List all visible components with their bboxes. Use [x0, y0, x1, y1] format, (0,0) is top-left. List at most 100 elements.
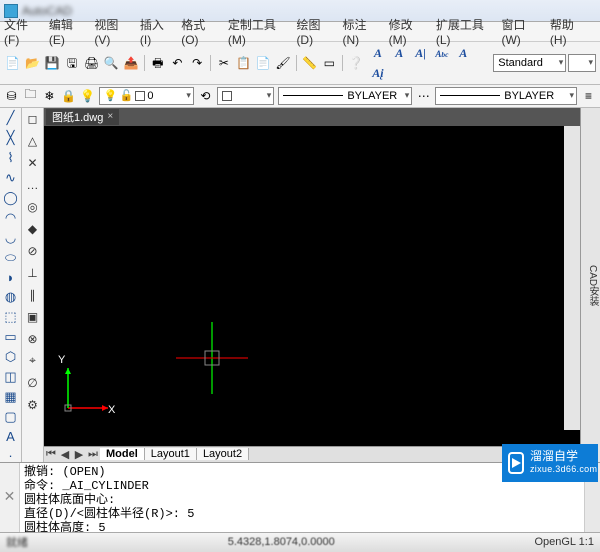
menu-format[interactable]: 格式(O)	[181, 16, 218, 47]
rectangle-icon[interactable]: ▭	[2, 329, 20, 345]
publish-icon[interactable]: 📤	[122, 54, 140, 72]
color-combo[interactable]	[217, 87, 274, 105]
text-icon[interactable]: A	[2, 429, 20, 444]
snap-node-icon[interactable]: ⊗	[24, 330, 42, 348]
command-text[interactable]: 撤销: (OPEN) 命令: _AI_CYLINDER 圆柱体底面中心: 直径(…	[20, 463, 584, 532]
menu-ext[interactable]: 扩展工具(L)	[436, 16, 492, 47]
tab-next-icon[interactable]: ▶	[72, 448, 86, 461]
linetype-combo[interactable]: BYLAYER	[278, 87, 412, 105]
paste-icon[interactable]: 📄	[254, 54, 272, 72]
polygon-icon[interactable]: ⬡	[2, 349, 20, 365]
matchprop-icon[interactable]: 🖌	[274, 54, 292, 72]
drawing-canvas[interactable]: X Y	[44, 126, 580, 446]
menu-insert[interactable]: 插入(I)	[140, 16, 171, 47]
tab-model[interactable]: Model	[100, 448, 145, 460]
layer-combo[interactable]: 💡 🔓 0	[99, 87, 194, 105]
text-ai-icon[interactable]: A|	[412, 44, 430, 62]
menu-view[interactable]: 视图(V)	[94, 16, 129, 47]
snap-near-icon[interactable]: ⌖	[24, 352, 42, 370]
donut-icon[interactable]: ◍	[2, 289, 20, 305]
menu-window[interactable]: 窗口(W)	[501, 16, 539, 47]
layer-bulb-icon: 💡	[104, 89, 118, 102]
layer-lock-icon[interactable]: 🔒	[61, 88, 76, 104]
layer-manager-icon[interactable]: ⛁	[4, 88, 19, 104]
help-icon[interactable]: ❔	[347, 54, 365, 72]
text-ascale-icon[interactable]: Aį	[369, 64, 387, 82]
ellipse-arc-icon[interactable]: ◗	[2, 270, 20, 285]
point-icon[interactable]: ·	[2, 448, 20, 463]
snap-par-icon[interactable]: ∥	[24, 286, 42, 304]
layer-bar: ⛁ 🗀 ❄ 🔒 💡 💡 🔓 0 ⟲ BYLAYER ⋯ BYLAYER ≡	[0, 85, 600, 108]
layer-prev-icon[interactable]: ⟲	[198, 88, 213, 104]
layer-on-icon[interactable]: 💡	[80, 88, 95, 104]
snap-perp-icon[interactable]: ⊥	[24, 264, 42, 282]
line-icon[interactable]: ╱	[2, 110, 20, 126]
menu-modify[interactable]: 修改(M)	[389, 16, 426, 47]
copy-icon[interactable]: 📋	[235, 54, 253, 72]
drawing-tab[interactable]: 图纸1.dwg ×	[46, 109, 119, 125]
rp-0[interactable]: CAD安装	[585, 265, 600, 306]
polyline-icon[interactable]: ⌇	[2, 150, 20, 166]
plot-icon[interactable]: 🖶	[149, 54, 167, 72]
ellipse-icon[interactable]: ⬭	[2, 250, 20, 266]
snap-ext-icon[interactable]: …	[24, 176, 42, 194]
snap-mid-icon[interactable]: △	[24, 132, 42, 150]
redo-icon[interactable]: ↷	[188, 54, 206, 72]
region-icon[interactable]: ◫	[2, 369, 20, 385]
snap-set-icon[interactable]: ⚙	[24, 396, 42, 414]
new-icon[interactable]: 📄	[4, 54, 22, 72]
layer-states-icon[interactable]: 🗀	[23, 88, 38, 104]
snap-quad-icon[interactable]: ◆	[24, 220, 42, 238]
snap-end-icon[interactable]: ◻	[24, 110, 42, 128]
watermark-brand: 溜溜自学	[530, 450, 597, 463]
menu-edit[interactable]: 编辑(E)	[49, 16, 84, 47]
arc-icon[interactable]: ◠	[2, 210, 20, 226]
vscrollbar[interactable]	[564, 126, 580, 430]
tab-layout2[interactable]: Layout2	[197, 448, 249, 460]
tab-layout1[interactable]: Layout1	[145, 448, 197, 460]
hatch-icon[interactable]: ▦	[2, 389, 20, 405]
tab-last-icon[interactable]: ⏭	[86, 448, 100, 461]
snap-ins-icon[interactable]: ▣	[24, 308, 42, 326]
menu-custom[interactable]: 定制工具(M)	[228, 16, 287, 47]
print-icon[interactable]: 🖨	[83, 54, 101, 72]
save-icon[interactable]: 💾	[43, 54, 61, 72]
snap-int-icon[interactable]: ✕	[24, 154, 42, 172]
text-a-icon[interactable]: A	[369, 44, 387, 62]
undo-icon[interactable]: ↶	[169, 54, 187, 72]
misc1-icon[interactable]: ⬚	[2, 309, 20, 325]
saveall-icon[interactable]: 🖫	[63, 54, 81, 72]
layer-freeze-icon[interactable]: ❄	[42, 88, 57, 104]
tab-first-icon[interactable]: ⏮	[44, 448, 58, 461]
menu-dim[interactable]: 标注(N)	[343, 16, 379, 47]
preview-icon[interactable]: 🔍	[103, 54, 121, 72]
menu-draw[interactable]: 绘图(D)	[296, 16, 332, 47]
linetype-manager-icon[interactable]: ⋯	[416, 88, 431, 104]
text-extra-combo[interactable]	[568, 54, 596, 72]
command-handle[interactable]: ✕	[0, 463, 20, 532]
arc2-icon[interactable]: ◡	[2, 230, 20, 246]
text-style-combo[interactable]: Standard	[493, 54, 566, 72]
spline-icon[interactable]: ∿	[2, 170, 20, 186]
linetype-extra-icon[interactable]: ≡	[581, 88, 596, 104]
snap-tan-icon[interactable]: ⊘	[24, 242, 42, 260]
area-icon[interactable]: ▭	[321, 54, 339, 72]
distance-icon[interactable]: 📏	[301, 54, 319, 72]
circle-icon[interactable]: ◯	[2, 190, 20, 206]
open-icon[interactable]: 📂	[24, 54, 42, 72]
layer-color-swatch	[135, 91, 145, 101]
cut-icon[interactable]: ✂	[215, 54, 233, 72]
text-a3-icon[interactable]: A	[454, 44, 472, 62]
menu-help[interactable]: 帮助(H)	[550, 16, 586, 47]
tab-prev-icon[interactable]: ◀	[58, 448, 72, 461]
close-tab-icon[interactable]: ×	[107, 111, 113, 122]
text-abc-icon[interactable]: Abc	[433, 46, 451, 64]
snap-cen-icon[interactable]: ◎	[24, 198, 42, 216]
linetype-preview	[283, 95, 343, 96]
xline-icon[interactable]: ╳	[2, 130, 20, 146]
text-a2-icon[interactable]: A	[390, 44, 408, 62]
lineweight-combo[interactable]: BYLAYER	[435, 87, 577, 105]
menu-file[interactable]: 文件(F)	[4, 16, 39, 47]
snap-none-icon[interactable]: ∅	[24, 374, 42, 392]
boundary-icon[interactable]: ▢	[2, 409, 20, 425]
